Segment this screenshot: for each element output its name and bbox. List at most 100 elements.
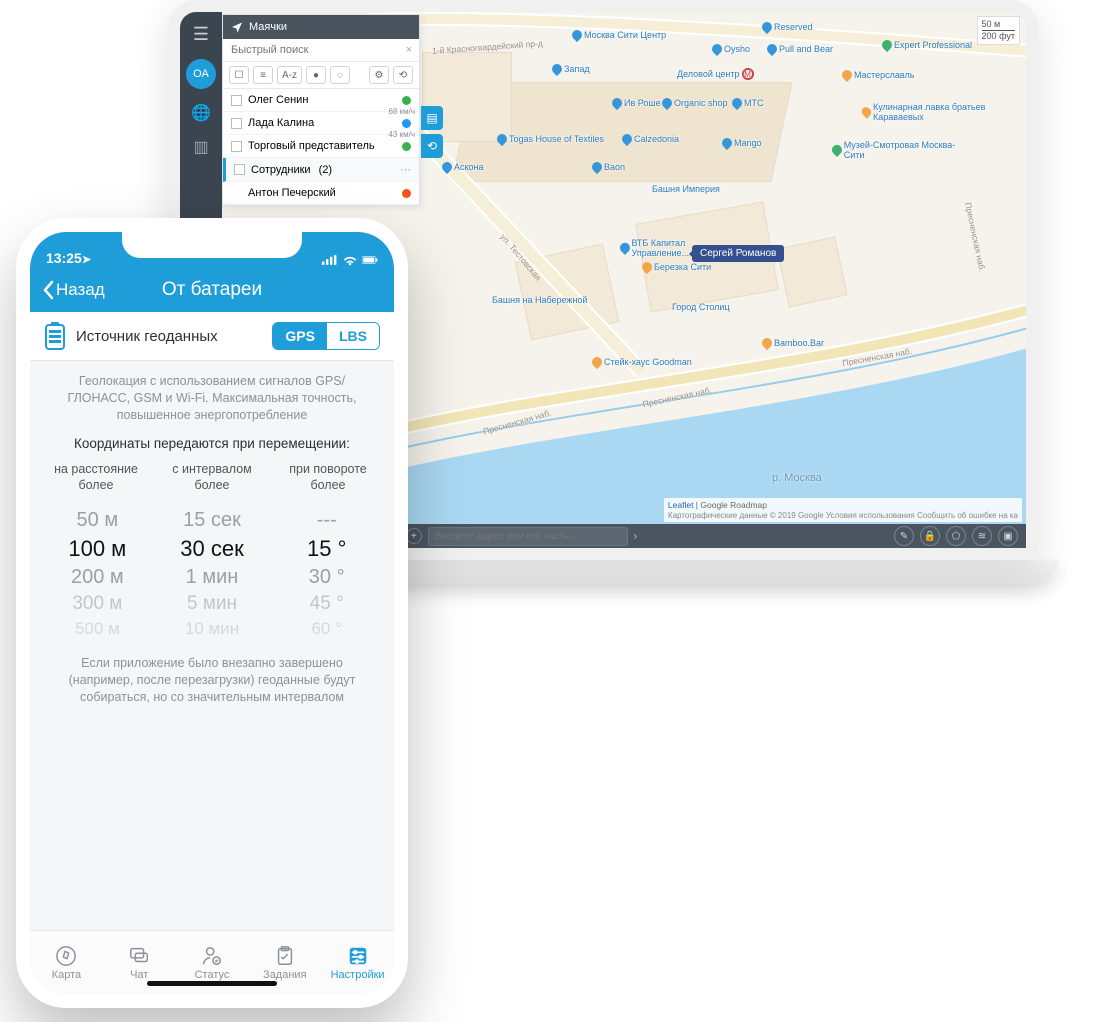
map-poi: Музей-Смотровая Москва-Сити bbox=[832, 140, 972, 160]
sort-button[interactable]: A-z bbox=[277, 66, 302, 84]
item-label: Антон Печерский bbox=[248, 187, 336, 199]
picker-wheels[interactable]: 50 м 100 м 200 м 300 м 500 м 15 сек 30 с… bbox=[30, 507, 394, 641]
item-checkbox[interactable] bbox=[231, 118, 242, 129]
status-dot bbox=[402, 119, 411, 128]
search-go-icon[interactable]: › bbox=[634, 531, 637, 542]
map-poi: Стейк-хаус Goodman bbox=[592, 357, 692, 367]
tab-map[interactable]: Карта bbox=[30, 931, 103, 994]
map-poi: Reserved bbox=[762, 22, 813, 32]
tab-settings[interactable]: Настройки bbox=[321, 931, 394, 994]
select-all-checkbox[interactable]: ☐ bbox=[229, 66, 249, 84]
map-poi: Москва Сити Центр bbox=[572, 30, 666, 40]
zoom-in-icon[interactable]: + bbox=[406, 528, 422, 544]
filter-circle-icon[interactable]: ◌ bbox=[330, 66, 350, 84]
group-count: (2) bbox=[319, 164, 332, 176]
item-checkbox[interactable] bbox=[231, 95, 242, 106]
chevron-left-icon bbox=[42, 280, 54, 300]
phone-mockup: 13:25 ➤ Назад От батареи bbox=[16, 218, 408, 1008]
wheel-angle[interactable]: --- 15 ° 30 ° 45 ° 60 ° bbox=[269, 507, 384, 641]
status-dot bbox=[402, 189, 411, 198]
status-dot bbox=[402, 142, 411, 151]
map-poi: Ив Роше bbox=[612, 98, 661, 108]
menu-icon[interactable]: ☰ bbox=[193, 24, 209, 45]
segment-gps[interactable]: GPS bbox=[273, 323, 327, 349]
group-label: Сотрудники bbox=[251, 164, 311, 176]
item-checkbox[interactable] bbox=[231, 141, 242, 152]
map-poi: Baon bbox=[592, 162, 625, 172]
group-menu-icon[interactable]: ⋯ bbox=[400, 163, 411, 176]
refresh-icon[interactable]: ⟲ bbox=[393, 66, 413, 84]
map-poi: Expert Professional bbox=[882, 40, 972, 50]
item-label: Торговый представитель bbox=[248, 140, 375, 152]
list-group[interactable]: Сотрудники (2) ⋯ bbox=[223, 158, 419, 182]
tool-layers-icon[interactable]: ≋ bbox=[972, 526, 992, 546]
address-search-input[interactable] bbox=[428, 527, 628, 546]
map-poi: Аскона bbox=[442, 162, 484, 172]
col-header-distance: на расстояние более bbox=[38, 461, 154, 494]
geo-source-row: Источник геоданных GPS LBS bbox=[30, 312, 394, 361]
geo-source-label: Источник геоданных bbox=[76, 328, 262, 345]
tool-lock-icon[interactable]: 🔒 bbox=[920, 526, 940, 546]
map-poi: Башня на Набережной bbox=[492, 295, 587, 305]
map-poi: Togas House of Textiles bbox=[497, 134, 604, 144]
panel-title: Маячки bbox=[249, 21, 287, 33]
phone-notch bbox=[122, 232, 302, 258]
map-poi: Город Столиц bbox=[672, 302, 730, 312]
list-item[interactable]: Антон Печерский bbox=[223, 182, 419, 205]
beacons-panel: Маячки × ☐ ≡ A-z ● ◌ ⚙ ⟲ Олег Сенин bbox=[222, 14, 420, 206]
battery-level-icon bbox=[44, 322, 66, 350]
beacons-list: Олег Сенин 68 км/ч Лада Калина 43 км/ч Т… bbox=[223, 89, 419, 205]
tool-eraser-icon[interactable]: ✎ bbox=[894, 526, 914, 546]
map-poi: Мастерславль bbox=[842, 70, 914, 80]
map-river-label: р. Москва bbox=[772, 472, 822, 484]
map-poi: Pull and Bear bbox=[767, 44, 833, 54]
item-label: Олег Сенин bbox=[248, 94, 308, 106]
leaflet-link[interactable]: Leaflet bbox=[668, 500, 694, 510]
map-poi: Башня Империя bbox=[652, 184, 720, 194]
map-attribution: Leaflet | Google Roadmap Картографически… bbox=[664, 498, 1022, 522]
clear-search-icon[interactable]: × bbox=[399, 39, 419, 61]
home-indicator[interactable] bbox=[147, 981, 277, 986]
map-tracked-marker[interactable]: Сергей Романов bbox=[692, 245, 784, 262]
wheel-interval[interactable]: 15 сек 30 сек 1 мин 5 мин 10 мин bbox=[155, 507, 270, 641]
map-poi: Кулинарная лавка братьев Караваевых bbox=[862, 102, 1022, 122]
globe-icon[interactable]: 🌐 bbox=[191, 103, 211, 123]
list-item[interactable]: Олег Сенин 68 км/ч bbox=[223, 89, 419, 112]
map-scale: 50 м 200 фут bbox=[977, 16, 1020, 45]
map-poi: Березка Сити bbox=[642, 262, 711, 272]
back-button[interactable]: Назад bbox=[42, 280, 105, 300]
list-item[interactable]: Лада Калина 43 км/ч bbox=[223, 112, 419, 135]
settings-sliders-icon[interactable]: ⚙ bbox=[369, 66, 389, 84]
person-status-icon bbox=[199, 945, 225, 967]
map-poi: Bamboo.Bar bbox=[762, 338, 824, 348]
wheel-distance[interactable]: 50 м 100 м 200 м 300 м 500 м bbox=[40, 507, 155, 641]
chat-icon bbox=[126, 945, 152, 967]
segment-lbs[interactable]: LBS bbox=[327, 323, 379, 349]
panel-header: Маячки bbox=[223, 15, 419, 39]
signal-icon bbox=[322, 254, 338, 266]
map-poi: Calzedonia bbox=[622, 134, 679, 144]
search-input[interactable] bbox=[223, 39, 399, 61]
map-poi: Запад bbox=[552, 64, 590, 74]
section-subhead: Координаты передаются при перемещении: bbox=[30, 434, 394, 461]
filter-dot-icon[interactable]: ● bbox=[306, 66, 326, 84]
map-poi: МТС bbox=[732, 98, 764, 108]
tool-fullscreen-icon[interactable]: ▣ bbox=[998, 526, 1018, 546]
compass-icon bbox=[53, 945, 79, 967]
tool-shape-icon[interactable]: ⬠ bbox=[946, 526, 966, 546]
geo-note: Если приложение было внезапно завершено … bbox=[30, 641, 394, 720]
group-checkbox[interactable] bbox=[234, 164, 245, 175]
panel-expand-icon[interactable]: ▤ bbox=[421, 106, 443, 130]
map-poi: Oysho bbox=[712, 44, 750, 54]
list-item[interactable]: Торговый представитель bbox=[223, 135, 419, 158]
battery-icon bbox=[362, 254, 378, 266]
map-poi: Деловой центр М bbox=[677, 68, 754, 80]
map-poi: Mango bbox=[722, 138, 762, 148]
list-view-icon[interactable]: ≡ bbox=[253, 66, 273, 84]
map-poi: Organic shop bbox=[662, 98, 728, 108]
user-avatar[interactable]: ОА bbox=[186, 59, 216, 89]
chart-icon[interactable]: ▥ bbox=[193, 137, 208, 157]
geo-source-segment: GPS LBS bbox=[272, 322, 380, 350]
panel-history-icon[interactable]: ⟲ bbox=[421, 134, 443, 158]
wheel-headers: на расстояние более с интервалом более п… bbox=[30, 461, 394, 508]
